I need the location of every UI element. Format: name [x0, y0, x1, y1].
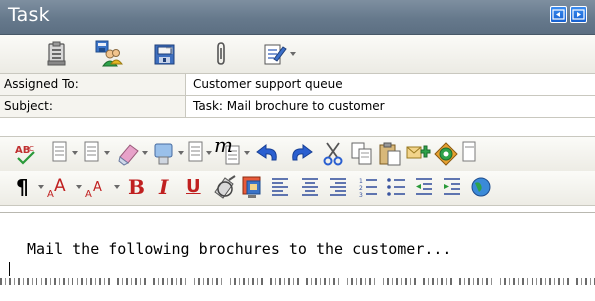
- svg-text:A: A: [85, 189, 92, 200]
- previous-item-icon[interactable]: [550, 6, 567, 23]
- copy-icon[interactable]: [349, 141, 375, 167]
- format-toolbar-1: AB C m: [0, 136, 595, 171]
- svg-text:A: A: [47, 189, 54, 200]
- svg-text:A: A: [54, 176, 66, 196]
- body-text: Mail the following brochures to the cust…: [27, 240, 452, 258]
- clipboard-list-icon[interactable]: [42, 39, 72, 69]
- math-dropdown-icon[interactable]: [244, 151, 250, 155]
- numbered-list-icon[interactable]: 123: [358, 175, 380, 199]
- italic-icon[interactable]: I: [159, 176, 168, 198]
- title-bar: Task: [0, 0, 595, 35]
- globe-icon[interactable]: [433, 141, 459, 167]
- text-caret: [9, 262, 10, 276]
- insert-link-icon[interactable]: [405, 141, 431, 167]
- paragraph-icon[interactable]: ¶: [16, 176, 29, 198]
- template-icon[interactable]: [52, 141, 68, 165]
- outdent-icon[interactable]: [414, 175, 436, 199]
- font-grow-dropdown-icon[interactable]: [76, 185, 82, 189]
- underline-icon[interactable]: U: [186, 176, 201, 198]
- main-toolbar: [0, 35, 595, 74]
- document-icon[interactable]: [188, 141, 204, 165]
- highlight-icon[interactable]: [211, 174, 237, 202]
- eraser-dropdown-icon[interactable]: [142, 151, 148, 155]
- format-toolbar-2: ¶ AA AA B I U 123: [0, 171, 595, 206]
- svg-text:3: 3: [359, 192, 363, 199]
- assigned-to-row: Assigned To: Customer support queue: [0, 74, 595, 96]
- notes-dropdown-arrow-icon[interactable]: [290, 52, 296, 56]
- attach-paperclip-icon[interactable]: [205, 39, 235, 69]
- extra-document-icon[interactable]: [462, 141, 476, 165]
- assign-users-icon[interactable]: [93, 39, 123, 69]
- redo-icon[interactable]: [287, 141, 315, 167]
- save-close-icon[interactable]: [150, 39, 180, 69]
- object-dropdown-icon[interactable]: [178, 151, 184, 155]
- subject-field[interactable]: Task: Mail brochure to customer: [187, 96, 595, 117]
- align-left-icon[interactable]: [270, 175, 292, 199]
- subject-row: Subject: Task: Mail brochure to customer: [0, 96, 595, 118]
- indent-icon[interactable]: [442, 175, 464, 199]
- window-title: Task: [8, 4, 50, 26]
- svg-text:m: m: [214, 137, 233, 157]
- font-color-icon[interactable]: [240, 174, 266, 202]
- paragraph-dropdown-icon[interactable]: [38, 185, 44, 189]
- align-right-icon[interactable]: [328, 175, 350, 199]
- task-body-editor[interactable]: Mail the following brochures to the cust…: [0, 212, 595, 301]
- font-shrink-icon[interactable]: AA: [84, 173, 112, 201]
- paste-icon[interactable]: [377, 141, 403, 167]
- subject-label: Subject:: [0, 96, 186, 117]
- align-center-icon[interactable]: [300, 175, 322, 199]
- bullet-list-icon[interactable]: [386, 175, 408, 199]
- next-item-icon[interactable]: [570, 6, 587, 23]
- math-m-icon[interactable]: m: [214, 137, 242, 167]
- insert-object-icon[interactable]: [152, 141, 176, 167]
- web-globe-icon[interactable]: [470, 175, 492, 199]
- assigned-to-field[interactable]: Customer support queue: [187, 74, 595, 95]
- style-icon[interactable]: [84, 141, 100, 165]
- notes-edit-icon[interactable]: [260, 39, 290, 69]
- font-shrink-dropdown-icon[interactable]: [114, 185, 120, 189]
- style-dropdown-icon[interactable]: [104, 151, 110, 155]
- spell-check-icon[interactable]: AB C: [14, 141, 40, 167]
- assigned-to-label: Assigned To:: [0, 74, 186, 95]
- document-dropdown-icon[interactable]: [206, 151, 212, 155]
- template-dropdown-icon[interactable]: [72, 151, 78, 155]
- eraser-icon[interactable]: [116, 141, 142, 167]
- cut-icon[interactable]: [321, 141, 345, 167]
- undo-icon[interactable]: [254, 141, 282, 167]
- bold-icon[interactable]: B: [128, 176, 145, 198]
- truncated-text-gaps: [0, 276, 595, 287]
- svg-text:1: 1: [359, 178, 363, 185]
- svg-text:2: 2: [359, 185, 363, 192]
- font-grow-icon[interactable]: AA: [46, 173, 74, 201]
- svg-text:A: A: [93, 180, 102, 195]
